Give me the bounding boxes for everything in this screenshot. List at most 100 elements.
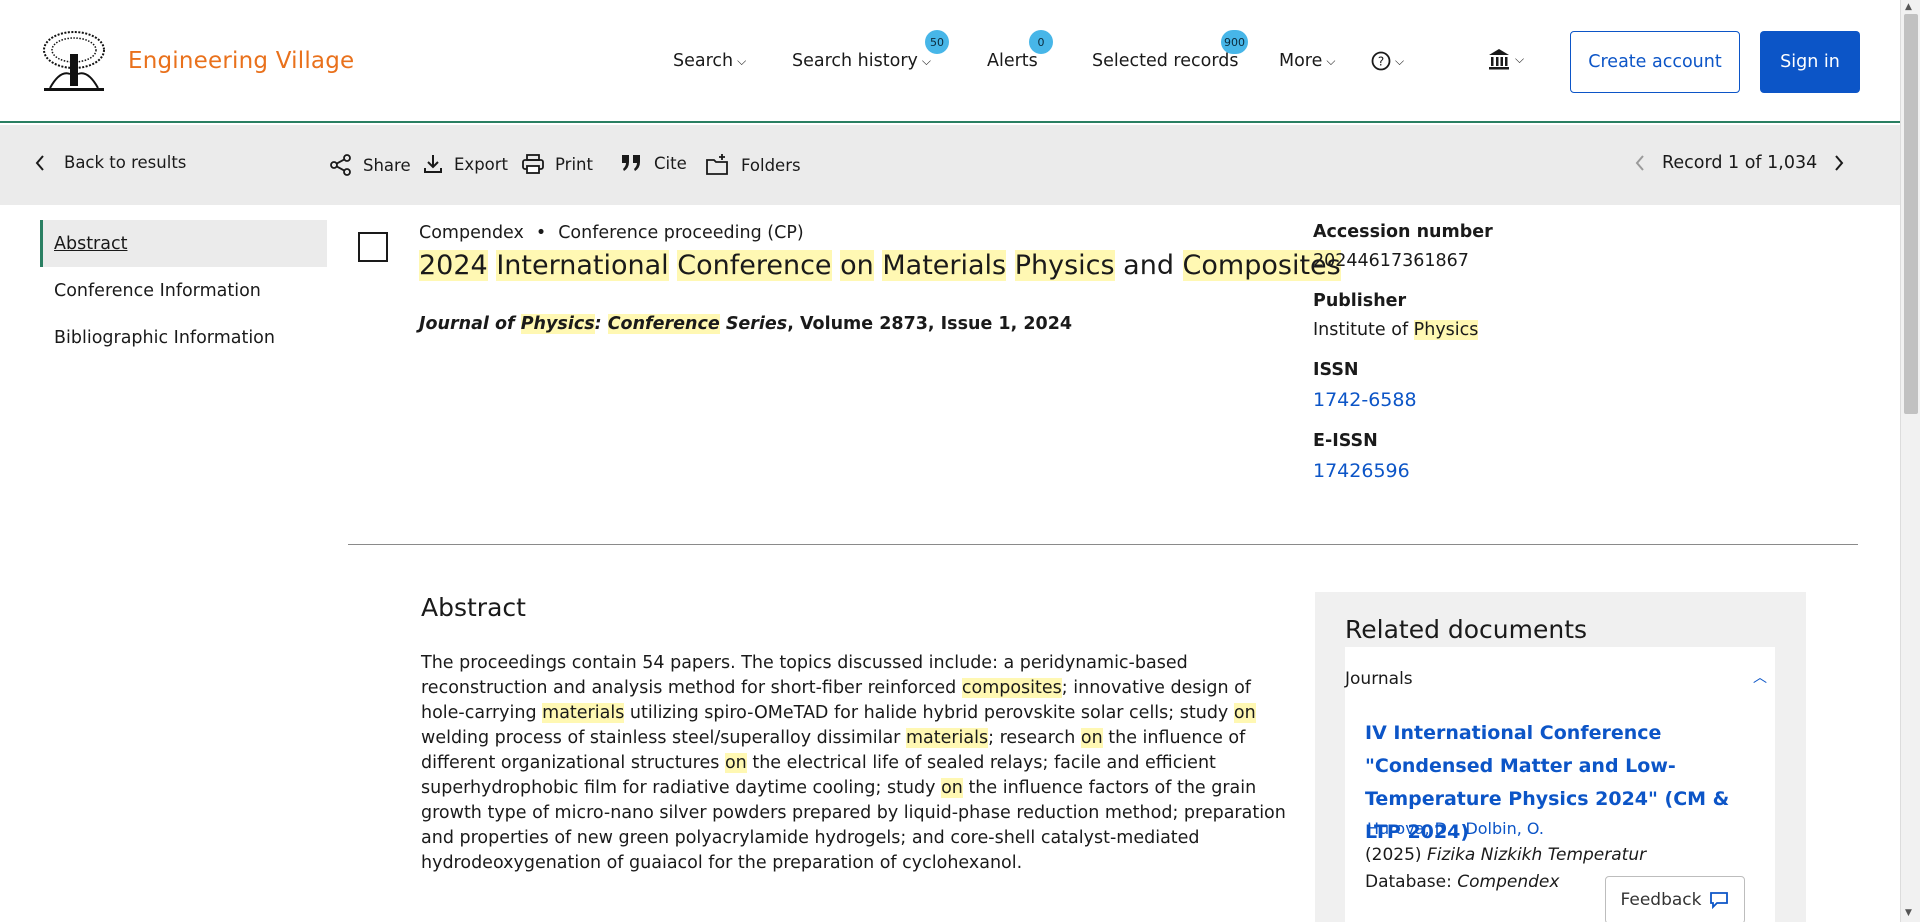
journal-name-part: Journal of <box>419 314 521 334</box>
nav-alerts-label: Alerts <box>987 51 1038 71</box>
print-button[interactable]: Print <box>521 153 593 175</box>
abstract-highlight: composites <box>961 678 1062 698</box>
journal-citation: Journal of Physics: Conference Series, V… <box>419 314 1072 334</box>
sign-in-button[interactable]: Sign in <box>1760 31 1860 93</box>
related-document-source: (2025) Fizika Nizkikh Temperatur <box>1365 845 1646 865</box>
record-details: Accession number 20244617361867 Publishe… <box>1313 222 1813 502</box>
publisher-name-part: Physics <box>1413 320 1479 340</box>
publisher-label: Publisher <box>1313 291 1407 311</box>
title-part: Conference <box>677 250 832 281</box>
folder-add-icon <box>706 154 728 175</box>
publisher-value: Institute of Physics <box>1313 320 1813 340</box>
title-part <box>1006 250 1015 281</box>
meta-separator: • <box>535 223 547 243</box>
database-value: Compendex <box>1457 872 1560 892</box>
nav-search-label: Search <box>673 51 734 71</box>
abstract-segment: ; research <box>988 728 1081 748</box>
share-label: Share <box>363 155 411 175</box>
title-part: and <box>1114 250 1183 281</box>
eissn-label: E-ISSN <box>1313 431 1378 451</box>
related-document-database: Database: Compendex <box>1365 872 1559 892</box>
abstract-highlight: on <box>1233 703 1256 723</box>
related-tab-journals[interactable]: Journals <box>1345 669 1413 689</box>
title-part <box>669 250 678 281</box>
print-icon <box>522 154 544 174</box>
section-link-abstract[interactable]: Abstract <box>40 220 327 267</box>
institution-menu[interactable]: ⌵ <box>1487 47 1524 71</box>
nav-alerts[interactable]: Alerts <box>987 51 1038 71</box>
author-link[interactable]: Hurova, D.; <box>1367 819 1457 838</box>
nav-search-history-label: Search history <box>792 51 918 71</box>
chevron-down-icon: ⌵ <box>1515 51 1525 66</box>
related-document-authors: Hurova, D.; Dolbin, O. <box>1367 819 1544 838</box>
abstract-highlight: on <box>941 778 963 798</box>
abstract-segment: utilizing spiro-OMeTAD for halide hybrid… <box>624 703 1234 723</box>
cite-button[interactable]: Cite <box>620 153 687 173</box>
nav-selected-records[interactable]: Selected records <box>1092 51 1238 71</box>
eissn-link[interactable]: 17426596 <box>1313 460 1813 482</box>
next-record-icon[interactable] <box>1833 154 1845 172</box>
issn-link[interactable]: 1742-6588 <box>1313 389 1813 411</box>
export-button[interactable]: Export <box>422 153 508 175</box>
chevron-left-icon <box>35 154 44 171</box>
institution-icon <box>1489 49 1509 70</box>
accession-number-value: 20244617361867 <box>1313 251 1469 271</box>
download-icon <box>424 155 442 173</box>
related-documents-heading: Related documents <box>1345 615 1588 644</box>
print-label: Print <box>555 154 593 174</box>
quote-icon <box>622 155 640 171</box>
folders-button[interactable]: Folders <box>705 153 801 177</box>
volume-issue-year: , Volume 2873, Issue 1, 2024 <box>787 314 1073 334</box>
back-to-results-label: Back to results <box>64 153 187 172</box>
title-part <box>832 250 841 281</box>
selected-records-count-badge: 900 <box>1221 30 1248 54</box>
scrollbar-thumb[interactable] <box>1904 14 1918 414</box>
author-link[interactable]: Dolbin, O. <box>1465 819 1544 838</box>
feedback-button[interactable]: Feedback <box>1605 876 1745 922</box>
svg-text:?: ? <box>1378 55 1384 69</box>
title-part: International <box>496 250 669 281</box>
nav-search[interactable]: Search ⌵ <box>673 51 746 71</box>
chevron-up-icon[interactable]: ︿ <box>1753 667 1767 687</box>
scroll-down-icon[interactable]: ▼ <box>1905 908 1912 918</box>
chevron-down-icon: ⌵ <box>1395 53 1405 68</box>
section-link-bibliographic-information[interactable]: Bibliographic Information <box>40 314 327 361</box>
journal-name-part: Conference <box>607 314 720 334</box>
accession-number-label: Accession number <box>1313 222 1493 242</box>
abstract-highlight: on <box>724 753 747 773</box>
related-documents-panel: Related documents Journals ︿ IV Internat… <box>1315 592 1806 922</box>
elsevier-logo-icon[interactable] <box>40 30 108 94</box>
create-account-button[interactable]: Create account <box>1570 31 1740 93</box>
source-journal: Fizika Nizkikh Temperatur <box>1426 845 1647 865</box>
scroll-up-icon[interactable]: ▲ <box>1905 2 1912 12</box>
abstract-text: The proceedings contain 54 papers. The t… <box>421 651 1291 876</box>
back-to-results-link[interactable]: Back to results <box>34 153 186 172</box>
abstract-highlight: materials <box>905 728 989 748</box>
chevron-down-icon: ⌵ <box>1326 53 1336 68</box>
brand-name[interactable]: Engineering Village <box>128 48 354 74</box>
folders-label: Folders <box>741 155 801 175</box>
section-link-conference-information[interactable]: Conference Information <box>40 267 327 314</box>
section-divider <box>348 544 1858 545</box>
database-name: Compendex <box>419 223 524 243</box>
title-part: 2024 <box>419 250 488 281</box>
share-button[interactable]: Share <box>329 153 411 177</box>
select-record-checkbox[interactable] <box>358 232 388 262</box>
title-part: Physics <box>1014 250 1115 281</box>
record-meta: Compendex • Conference proceeding (CP) <box>419 223 804 243</box>
help-menu[interactable]: ? ⌵ <box>1371 51 1404 71</box>
publisher-name-part: Institute of <box>1313 320 1414 340</box>
nav-search-history[interactable]: Search history ⌵ <box>792 51 931 71</box>
title-part: on <box>840 250 874 281</box>
issn-label: ISSN <box>1313 360 1359 380</box>
chat-bubble-icon <box>1710 892 1729 909</box>
journal-name-part: Physics <box>520 314 595 334</box>
alerts-count-badge: 0 <box>1029 30 1053 54</box>
chevron-down-icon: ⌵ <box>921 53 931 68</box>
previous-record-icon[interactable] <box>1634 154 1646 172</box>
page-scrollbar[interactable]: ▲ ▼ <box>1900 0 1920 922</box>
top-header: Engineering Village Search ⌵ Search hist… <box>0 0 1900 123</box>
cite-label: Cite <box>654 153 687 173</box>
nav-more[interactable]: More ⌵ <box>1279 51 1336 71</box>
export-label: Export <box>454 154 509 174</box>
